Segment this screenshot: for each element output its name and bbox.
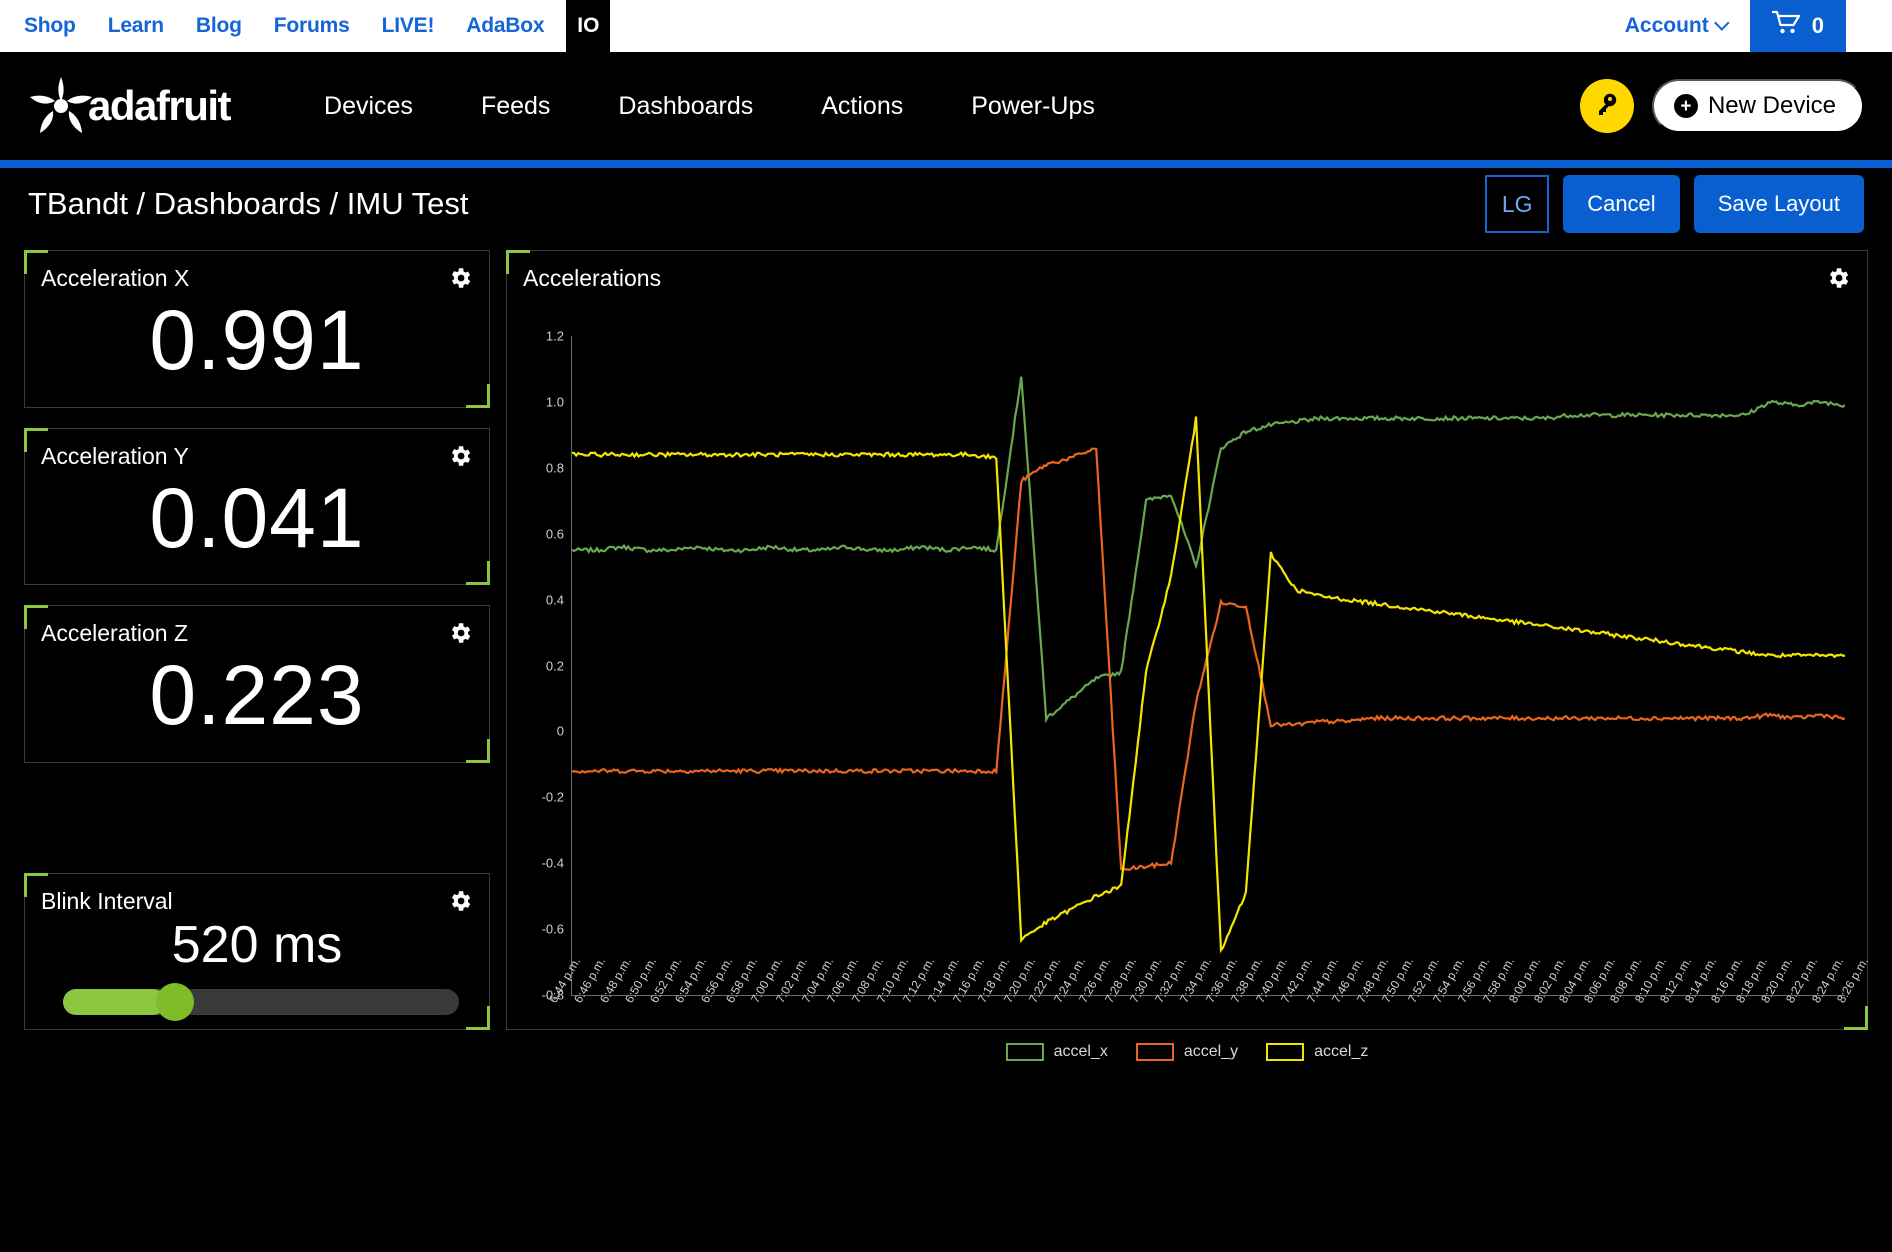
block-title: Blink Interval (41, 888, 173, 915)
block-title: Acceleration Y (41, 442, 189, 469)
new-device-label: New Device (1707, 92, 1836, 119)
corner-bracket-bottom-right (466, 383, 490, 408)
nav-link-shop[interactable]: Shop (24, 14, 76, 38)
legend-item[interactable]: accel_y (1135, 1043, 1239, 1061)
breadcrumb[interactable]: TBandt / Dashboards / IMU Test (28, 186, 469, 222)
new-device-button[interactable]: + New Device (1651, 79, 1864, 133)
layout-size-toggle[interactable]: LG (1485, 175, 1550, 233)
cart-count: 0 (1811, 13, 1824, 38)
gear-icon[interactable] (447, 888, 473, 919)
corner-bracket-top-left (24, 605, 48, 630)
corner-bracket-bottom-right (466, 739, 490, 764)
utility-bar-pad (1846, 0, 1892, 52)
block-accelerations-chart[interactable]: Accelerations 1.2 1.0 0.8 0.6 0.4 0.2 0 -0.2 -0.… (506, 250, 1871, 1061)
chart-y-tick: 0.4 (545, 592, 564, 608)
chart-y-tick: 0.8 (545, 460, 564, 476)
legend-swatch (1135, 1043, 1174, 1061)
corner-bracket-bottom-right (466, 1005, 490, 1030)
chevron-down-icon (1713, 14, 1730, 31)
utility-bar-links: Shop Learn Blog Forums LIVE! AdaBox (0, 0, 545, 52)
corner-bracket-top-left (24, 427, 48, 452)
chart-area: 1.2 1.0 0.8 0.6 0.4 0.2 0 -0.2 -0.4 -0.6 -0.8 (521, 329, 1853, 1003)
dashboard-header: TBandt / Dashboards / IMU Test LG Cancel… (0, 168, 1892, 240)
legend-label: accel_y (1183, 1043, 1239, 1060)
header-actions: LG Cancel Save Layout (1485, 175, 1864, 233)
utility-bar-right: Account 0 (1603, 0, 1846, 52)
block-value: 0.991 (149, 293, 365, 387)
nav-link-adabox[interactable]: AdaBox (466, 14, 544, 38)
nav-item-dashboards[interactable]: Dashboards (584, 92, 787, 121)
block-value: 0.041 (149, 470, 365, 565)
nav-item-power-ups[interactable]: Power-Ups (937, 92, 1129, 121)
chart-y-tick: 0.2 (545, 658, 564, 673)
corner-bracket-bottom-right (466, 561, 490, 586)
gear-icon[interactable] (447, 620, 473, 651)
block-acceleration-y[interactable]: Acceleration Y 0.041 (24, 427, 490, 586)
plus-icon: + (1673, 94, 1698, 118)
corner-bracket-top-left (24, 873, 48, 898)
block-blink-interval[interactable]: Blink Interval 520 ms (24, 873, 490, 1030)
cart-button[interactable]: 0 (1749, 0, 1846, 52)
gear-icon[interactable] (447, 443, 473, 474)
chart-y-tick: 0 (556, 723, 564, 739)
block-title: Acceleration Z (41, 620, 189, 647)
main-nav-actions: + New Device (1579, 79, 1864, 133)
chart-x-axis-labels: 6:44 p.m. 6:46 p.m. 6:48 p.m. 6:50 p.m. 6:52… (546, 955, 1871, 1035)
nav-divider (0, 160, 1892, 168)
adafruit-flower-icon (28, 75, 94, 137)
slider-knob[interactable] (155, 983, 194, 1022)
nav-link-blog[interactable]: Blog (196, 14, 242, 38)
api-key-button[interactable] (1579, 79, 1634, 133)
legend-label: accel_x (1053, 1043, 1108, 1060)
account-label: Account (1624, 14, 1709, 37)
account-menu[interactable]: Account (1603, 0, 1750, 52)
chart-legend: accel_x accel_y accel_z (507, 1043, 1867, 1061)
cancel-button[interactable]: Cancel (1563, 175, 1680, 233)
legend-swatch (1005, 1043, 1044, 1061)
block-acceleration-z[interactable]: Acceleration Z 0.223 (24, 605, 490, 764)
chart-lines (572, 336, 1845, 995)
cart-icon (1771, 10, 1802, 42)
block-acceleration-x[interactable]: Acceleration X 0.991 (24, 250, 490, 408)
nav-link-live[interactable]: LIVE! (382, 14, 435, 38)
nav-tab-io[interactable]: IO (566, 0, 611, 52)
nav-item-actions[interactable]: Actions (787, 92, 937, 121)
adafruit-logo[interactable]: adafruit (28, 75, 232, 137)
main-nav-links: Devices Feeds Dashboards Actions Power-U… (290, 92, 1129, 121)
nav-link-learn[interactable]: Learn (108, 14, 164, 38)
slider-wrap (25, 971, 489, 1022)
slider-track[interactable] (63, 983, 459, 1022)
nav-item-devices[interactable]: Devices (290, 92, 447, 121)
key-icon (1594, 91, 1620, 122)
slider-value: 520 ms (171, 916, 343, 975)
legend-item[interactable]: accel_z (1266, 1043, 1368, 1061)
legend-item[interactable]: accel_x (1005, 1043, 1108, 1061)
block-value: 0.223 (149, 648, 365, 743)
save-layout-button[interactable]: Save Layout (1693, 175, 1864, 233)
chart-y-tick: 1.0 (545, 394, 564, 410)
dashboard-content: Acceleration X 0.991 Acceleration Y 0.04… (0, 240, 1892, 1061)
corner-bracket-top-left (506, 250, 530, 274)
gear-icon[interactable] (1825, 265, 1851, 296)
chart-y-tick: -0.6 (541, 921, 564, 937)
chart-y-tick: 1.2 (545, 328, 564, 344)
nav-item-feeds[interactable]: Feeds (447, 92, 584, 121)
dashboard-sidebar: Acceleration X 0.991 Acceleration Y 0.04… (24, 250, 490, 1030)
utility-bar-spacer (610, 0, 1602, 52)
adafruit-wordmark: adafruit (88, 82, 232, 129)
corner-bracket-top-left (24, 250, 48, 274)
chart-y-tick: -0.4 (541, 855, 564, 871)
slider-fill (63, 989, 166, 1016)
legend-swatch (1266, 1043, 1305, 1061)
utility-bar: Shop Learn Blog Forums LIVE! AdaBox IO A… (0, 0, 1892, 52)
block-title: Acceleration X (41, 265, 190, 291)
legend-label: accel_z (1314, 1043, 1369, 1060)
nav-link-forums[interactable]: Forums (274, 14, 350, 38)
chart-y-tick: -0.2 (541, 789, 564, 805)
chart-title: Accelerations (523, 265, 662, 291)
chart-plot: 1.2 1.0 0.8 0.6 0.4 0.2 0 -0.2 -0.4 -0.6 -0.8 (542, 329, 1845, 1003)
gear-icon[interactable] (447, 265, 473, 296)
main-nav: adafruit Devices Feeds Dashboards Action… (0, 52, 1892, 160)
chart-y-tick: 0.6 (545, 526, 564, 542)
